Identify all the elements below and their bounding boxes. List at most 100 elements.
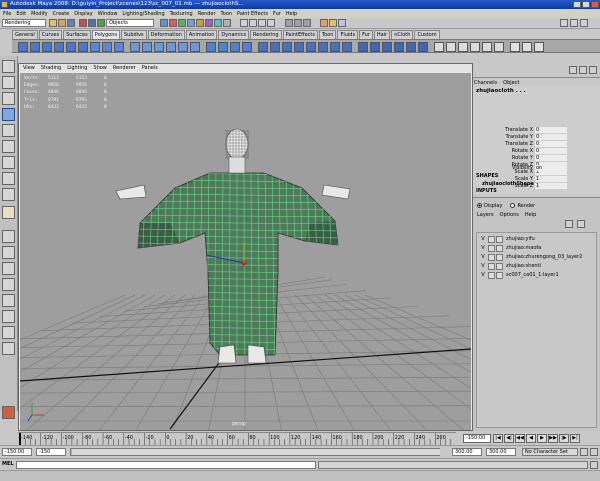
shelf-tab-painteffects[interactable]: PaintEffects xyxy=(282,30,318,39)
time-slider[interactable]: -140 -120 -100 -80 -60 -40 -20 0 20 40 60 80 100 120 1… xyxy=(18,432,456,445)
automatic-mapping-icon[interactable] xyxy=(482,42,492,52)
panel-menu-show[interactable]: Show xyxy=(93,64,107,72)
custom-layout-icon[interactable] xyxy=(2,326,15,339)
soft-modification-icon[interactable] xyxy=(2,172,15,185)
layer-menu-layers[interactable]: Layers xyxy=(477,212,494,218)
render-settings-icon[interactable] xyxy=(338,19,346,27)
step-back-frame-button[interactable]: ◀◀ xyxy=(515,434,525,443)
menu-paint-effects[interactable]: Paint Effects xyxy=(237,11,268,17)
show-channel-box-icon[interactable] xyxy=(580,19,588,27)
play-backwards-button[interactable]: ◀ xyxy=(526,434,536,443)
menu-texturing[interactable]: Texturing xyxy=(170,11,193,17)
show-attribute-editor-icon[interactable] xyxy=(560,19,568,27)
poly-pipe-icon[interactable] xyxy=(114,42,124,52)
script-editor-icon[interactable] xyxy=(590,461,598,469)
poly-cone-icon[interactable] xyxy=(54,42,64,52)
shelf-tab-subdivs[interactable]: Subdivs xyxy=(121,30,147,39)
range-slider-thumb[interactable] xyxy=(72,449,440,455)
panel-menu-panels[interactable]: Panels xyxy=(142,64,158,72)
soften-edge-icon[interactable] xyxy=(522,42,532,52)
new-scene-icon[interactable] xyxy=(49,19,57,27)
menu-set-select[interactable]: Rendering xyxy=(2,19,46,27)
persp-hypergraph-layout-icon[interactable] xyxy=(2,310,15,323)
offset-edge-loop-icon[interactable] xyxy=(318,42,328,52)
menu-render[interactable]: Render xyxy=(198,11,216,17)
attr-rotate-x[interactable]: Rotate X0 xyxy=(473,148,600,155)
uv-editor-icon[interactable] xyxy=(494,42,504,52)
shelf-tab-general[interactable]: General xyxy=(12,30,38,39)
cut-faces-icon[interactable] xyxy=(342,42,352,52)
snap-to-grid-icon[interactable] xyxy=(240,19,248,27)
outputs-icon[interactable] xyxy=(303,19,311,27)
ipr-render-icon[interactable] xyxy=(329,19,337,27)
history-icon[interactable] xyxy=(285,19,293,27)
cb-layout-icon[interactable] xyxy=(579,66,587,74)
menu-fur[interactable]: Fur xyxy=(273,11,281,17)
mask-rendering-icon[interactable] xyxy=(214,19,222,27)
radio-display[interactable]: Display xyxy=(477,203,502,209)
merge-edge-icon[interactable] xyxy=(370,42,380,52)
select-by-hierarchy-icon[interactable] xyxy=(79,19,87,27)
select-tool-icon[interactable] xyxy=(2,60,15,73)
four-pane-layout-icon[interactable] xyxy=(2,246,15,259)
radio-render[interactable]: Render xyxy=(510,203,535,209)
boolean-union-icon[interactable] xyxy=(166,42,176,52)
add-divisions-icon[interactable] xyxy=(330,42,340,52)
poly-prism-icon[interactable] xyxy=(90,42,100,52)
animation-preferences-icon[interactable] xyxy=(590,448,598,456)
go-to-end-button[interactable]: ▶| xyxy=(570,434,580,443)
play-forwards-button[interactable]: ▶ xyxy=(537,434,547,443)
combine-icon[interactable] xyxy=(130,42,140,52)
smooth-icon[interactable] xyxy=(218,42,228,52)
collapse-icon[interactable] xyxy=(382,42,392,52)
shelf-tab-fur[interactable]: Fur xyxy=(359,30,373,39)
snap-to-point-icon[interactable] xyxy=(258,19,266,27)
universal-manipulator-icon[interactable] xyxy=(2,156,15,169)
boolean-intersection-icon[interactable] xyxy=(190,42,200,52)
open-scene-icon[interactable] xyxy=(58,19,66,27)
shelf-tab-custom[interactable]: Custom xyxy=(414,30,440,39)
cb-toggle-icon[interactable] xyxy=(589,66,597,74)
insert-edge-loop-icon[interactable] xyxy=(306,42,316,52)
poly-sphere-icon[interactable] xyxy=(18,42,28,52)
shape-node-name[interactable]: zhujiaoclothShape xyxy=(482,181,534,187)
step-forward-key-button[interactable]: |▶ xyxy=(559,434,569,443)
mask-dynamic-icon[interactable] xyxy=(205,19,213,27)
snap-to-curve-icon[interactable] xyxy=(249,19,257,27)
rotate-tool-icon[interactable] xyxy=(2,124,15,137)
menu-edit[interactable]: Edit xyxy=(16,11,26,17)
poly-pyramid-icon[interactable] xyxy=(102,42,112,52)
save-scene-icon[interactable] xyxy=(67,19,75,27)
planar-mapping-icon[interactable] xyxy=(446,42,456,52)
shelf-tab-polygons[interactable]: Polygons xyxy=(91,30,120,39)
show-tool-settings-icon[interactable] xyxy=(570,19,578,27)
attr-translate-y[interactable]: Translate Y0 xyxy=(473,134,600,141)
auto-key-icon[interactable] xyxy=(580,448,588,456)
panel-menu-shading[interactable]: Shading xyxy=(41,64,61,72)
single-pane-layout-icon[interactable] xyxy=(2,230,15,243)
mirror-geometry-icon[interactable] xyxy=(206,42,216,52)
poly-cube-icon[interactable] xyxy=(30,42,40,52)
new-layer-selected-icon[interactable] xyxy=(577,220,585,228)
poly-cylinder-icon[interactable] xyxy=(42,42,52,52)
extrude-icon[interactable] xyxy=(258,42,268,52)
panel-menu-lighting[interactable]: Lighting xyxy=(67,64,87,72)
mask-surface-icon[interactable] xyxy=(187,19,195,27)
mask-handle-icon[interactable] xyxy=(160,19,168,27)
maximize-button[interactable] xyxy=(582,1,590,8)
boolean-difference-icon[interactable] xyxy=(178,42,188,52)
checker-uv-icon[interactable] xyxy=(434,42,444,52)
select-by-object-icon[interactable] xyxy=(88,19,96,27)
menu-file[interactable]: File xyxy=(3,11,11,17)
inputs-icon[interactable] xyxy=(294,19,302,27)
layer-menu-options[interactable]: Options xyxy=(500,212,519,218)
last-tool-icon[interactable] xyxy=(2,206,15,219)
shelf-tab-curves[interactable]: Curves xyxy=(38,30,63,39)
shelf-tab-animation[interactable]: Animation xyxy=(185,30,218,39)
snap-to-view-plane-icon[interactable] xyxy=(267,19,275,27)
perspective-viewport[interactable]: Verts: 5113 5113 0 Edges: 9956 9956 0 Faces: 48… xyxy=(20,73,471,430)
poly-torus-icon[interactable] xyxy=(78,42,88,52)
wedge-face-icon[interactable] xyxy=(418,42,428,52)
minimize-button[interactable] xyxy=(573,1,581,8)
mask-misc-icon[interactable] xyxy=(223,19,231,27)
